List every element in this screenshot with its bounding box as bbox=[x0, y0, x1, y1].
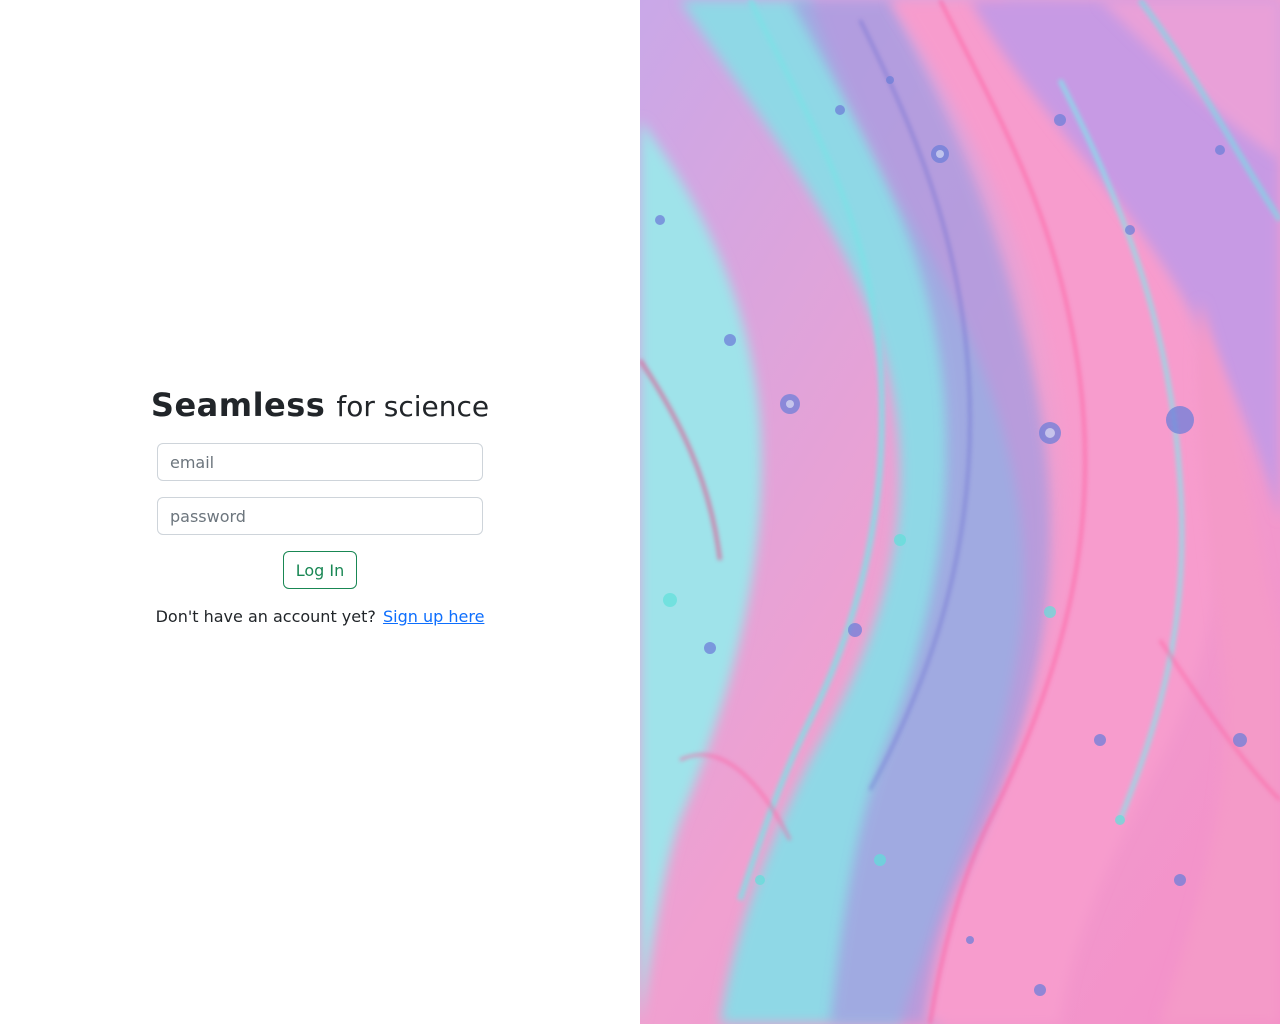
signup-prompt-text: Don't have an account yet? bbox=[155, 607, 376, 626]
password-field[interactable] bbox=[157, 497, 483, 535]
email-field[interactable] bbox=[157, 443, 483, 481]
brand-name: Seamless bbox=[150, 386, 326, 424]
signup-prompt-row: Don't have an account yet? Sign up here bbox=[156, 607, 485, 626]
login-page: Seamless for science Log In Don't have a… bbox=[0, 0, 1280, 1024]
login-panel: Seamless for science Log In Don't have a… bbox=[0, 0, 640, 1024]
brand-tagline: for science bbox=[336, 390, 490, 423]
login-button[interactable]: Log In bbox=[282, 551, 358, 589]
brand-heading: Seamless for science bbox=[151, 386, 489, 424]
signup-link[interactable]: Sign up here bbox=[383, 607, 484, 626]
hero-image bbox=[640, 0, 1280, 1024]
fluid-art-image bbox=[640, 0, 1280, 1024]
